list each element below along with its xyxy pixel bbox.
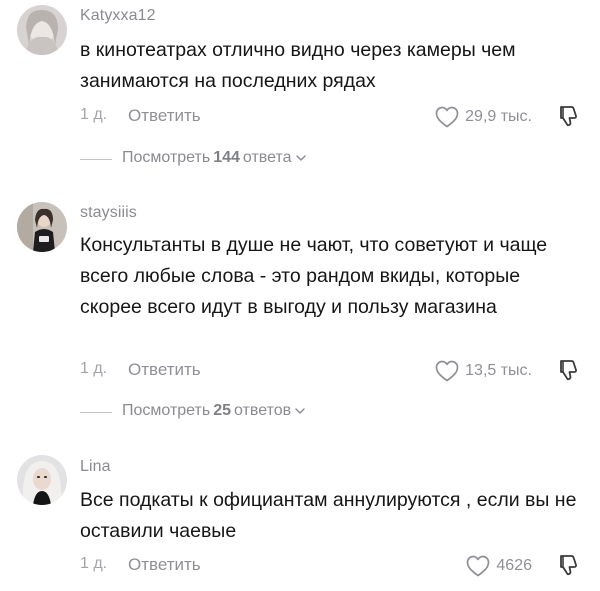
avatar[interactable]: [17, 455, 67, 505]
view-replies-prefix: Посмотреть: [122, 149, 211, 166]
reply-count: 25: [213, 402, 231, 419]
view-replies-button[interactable]: Посмотреть 144 ответа: [122, 149, 307, 167]
comment-time: 1 д.: [80, 555, 108, 572]
reply-button[interactable]: Ответить: [128, 106, 201, 126]
thumbs-down-outline-icon[interactable]: [556, 104, 580, 128]
comment-text: в кинотеатрах отлично видно через камеры…: [80, 39, 516, 92]
comment-meta: 1 д. Ответить 29,9 тыс.: [0, 104, 600, 128]
comment-text: Консультанты в душе не чают, что советую…: [80, 234, 548, 318]
divider-line: [80, 159, 112, 160]
view-replies-button[interactable]: Посмотреть 25 ответов: [122, 402, 306, 420]
like-button[interactable]: 4626: [466, 554, 532, 578]
thumbs-down-outline-icon[interactable]: [556, 358, 580, 382]
username[interactable]: staysiiis: [80, 204, 137, 222]
comment-time: 1 д.: [80, 106, 108, 123]
view-replies: Посмотреть 144 ответа: [0, 149, 600, 171]
avatar[interactable]: [17, 202, 67, 252]
like-button[interactable]: 13,5 тыс.: [435, 359, 532, 383]
heart-outline-icon: [467, 555, 490, 577]
view-replies: Посмотреть 25 ответов: [0, 402, 600, 424]
reply-count: 144: [213, 149, 240, 166]
heart-outline-icon: [435, 360, 459, 382]
thumbs-down-outline-icon[interactable]: [556, 553, 580, 577]
like-count: 29,9 тыс.: [465, 108, 532, 125]
comment-time: 1 д.: [80, 360, 108, 377]
view-replies-suffix: ответов: [234, 402, 292, 419]
view-replies-suffix: ответа: [242, 149, 292, 166]
username[interactable]: Lina: [80, 458, 111, 476]
view-replies-prefix: Посмотреть: [122, 402, 211, 419]
chevron-down-icon: [295, 155, 306, 161]
divider-line: [80, 412, 112, 413]
comment-meta: 1 д. Ответить 13,5 тыс.: [0, 358, 600, 382]
comment-meta: 1 д. Ответить 4626: [0, 553, 600, 577]
reply-button[interactable]: Ответить: [128, 555, 201, 575]
avatar-photo: [17, 202, 67, 252]
heart-outline-icon: [435, 106, 459, 128]
avatar-photo: [17, 5, 67, 55]
like-count: 4626: [496, 557, 532, 574]
reply-button[interactable]: Ответить: [128, 360, 201, 380]
like-button[interactable]: 29,9 тыс.: [435, 105, 532, 129]
chevron-down-icon: [295, 408, 305, 414]
avatar-photo: [17, 455, 67, 505]
comment-text: Все подкаты к официантам аннулируются , …: [80, 489, 577, 542]
username[interactable]: Katyxxa12: [80, 7, 156, 25]
avatar[interactable]: [17, 5, 67, 55]
like-count: 13,5 тыс.: [465, 362, 532, 379]
